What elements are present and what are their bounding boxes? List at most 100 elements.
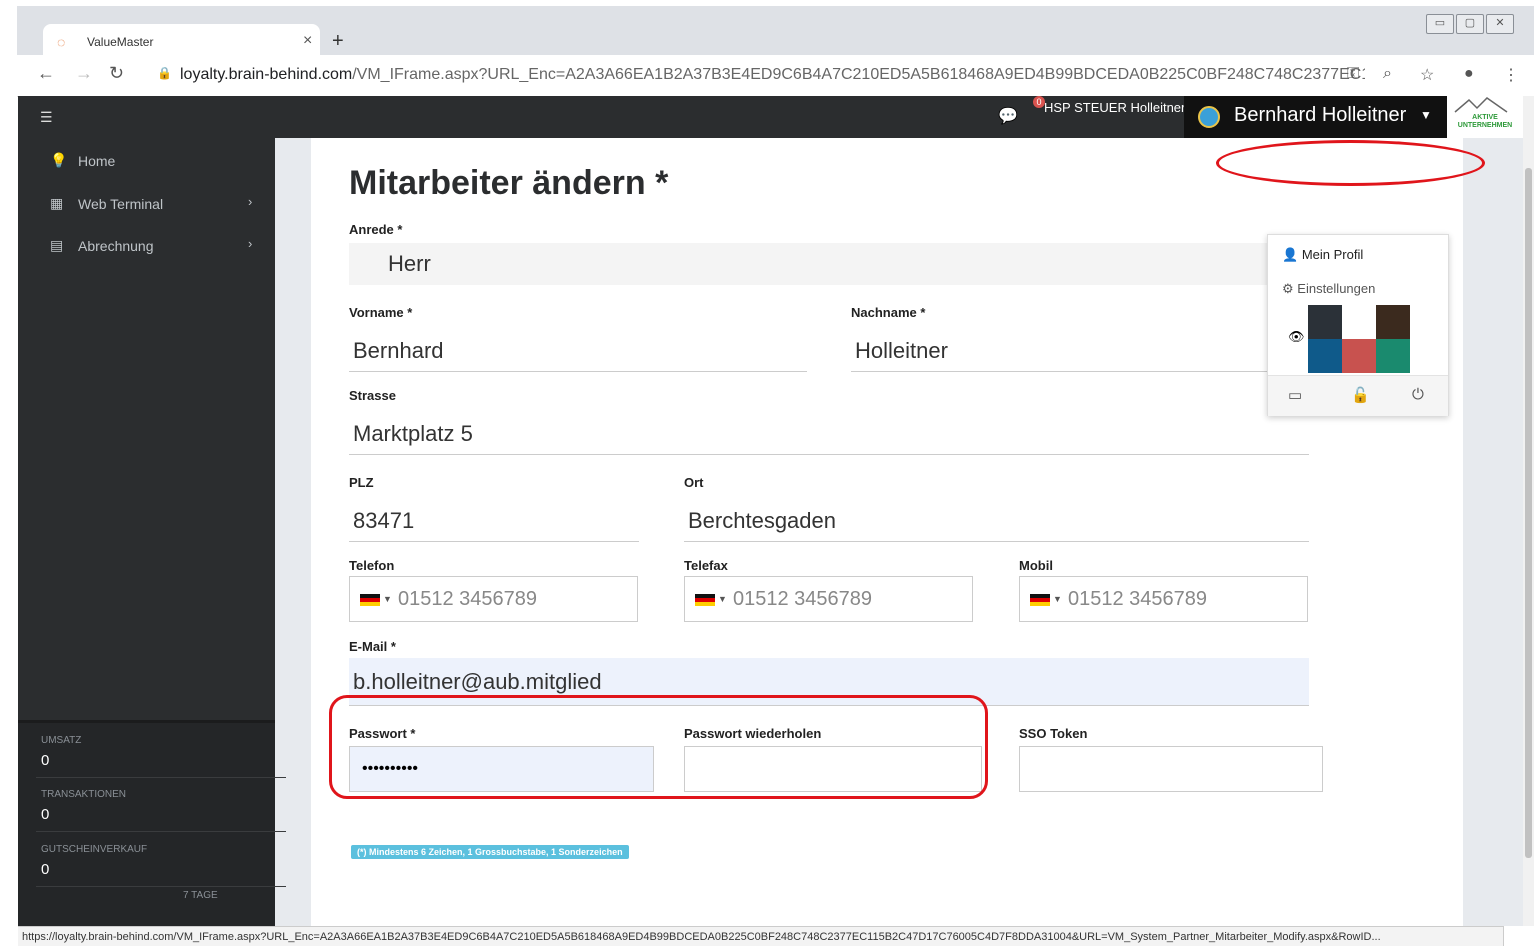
caret-down-icon: ▼ bbox=[383, 594, 392, 604]
lastname-label: Nachname * bbox=[851, 305, 926, 320]
menu-item-label: Einstellungen bbox=[1297, 281, 1376, 296]
street-label: Strasse bbox=[349, 388, 396, 403]
lastname-field[interactable]: Holleitner bbox=[851, 330, 1309, 372]
caret-down-icon: ▼ bbox=[1053, 594, 1062, 604]
firstname-field[interactable]: Bernhard bbox=[349, 330, 807, 372]
sidebar-item-label: Abrechnung bbox=[78, 238, 154, 254]
divider bbox=[36, 886, 286, 887]
company-name[interactable]: HSP STEUER Holleitner bbox=[1044, 100, 1185, 115]
chevron-right-icon: › bbox=[248, 236, 253, 251]
stat-label-umsatz: UMSATZ bbox=[41, 735, 82, 746]
mobile-placeholder: 01512 3456789 bbox=[1068, 588, 1208, 610]
stat-value-transaktionen: 0 bbox=[41, 806, 50, 823]
status-bar: https://loyalty.brain-behind.com/VM_IFra… bbox=[18, 926, 1504, 946]
lightbulb-icon: 💡 bbox=[50, 152, 68, 168]
stat-label-gutscheinverkauf: GUTSCHEINVERKAUF bbox=[41, 844, 148, 855]
menu-item-einstellungen[interactable]: ⚙ Einstellungen bbox=[1282, 281, 1375, 297]
sidebar-item-abrechnung[interactable]: ▤ Abrechnung › bbox=[18, 228, 275, 264]
forward-icon[interactable]: → bbox=[75, 63, 93, 84]
fax-label: Telefax bbox=[684, 558, 728, 573]
theme-swatch-blue[interactable] bbox=[1308, 339, 1342, 373]
power-icon[interactable]: ⏻ bbox=[1412, 386, 1424, 403]
fax-field[interactable]: ▼ 01512 3456789 bbox=[684, 576, 973, 622]
mountain-logo-icon bbox=[1454, 97, 1508, 113]
lock-icon: 🔒 bbox=[157, 66, 172, 80]
document-icon: ▤ bbox=[50, 237, 64, 253]
menu-item-mein-profil[interactable]: 👤 Mein Profil bbox=[1282, 247, 1363, 263]
annotation-password-highlight bbox=[329, 695, 988, 799]
calendar-icon: ▦ bbox=[50, 195, 64, 211]
dropdown-footer: ▭ 🔓 ⏻ bbox=[1268, 375, 1448, 416]
menu-toggle-icon[interactable]: ☰ bbox=[40, 109, 53, 126]
mobile-field[interactable]: ▼ 01512 3456789 bbox=[1019, 576, 1308, 622]
theme-swatch-brown[interactable] bbox=[1376, 305, 1410, 339]
stats-panel: UMSATZ 0 TRANSAKTIONEN 0 GUTSCHEINVERKAU… bbox=[18, 720, 286, 929]
germany-flag-icon bbox=[360, 594, 380, 606]
chevron-down-icon: ▼ bbox=[1420, 108, 1432, 122]
germany-flag-icon bbox=[1030, 594, 1050, 606]
scrollbar-thumb[interactable] bbox=[1525, 168, 1532, 858]
app-topbar: ☰ 💬 0 HSP STEUER Holleitner Bernhard Hol… bbox=[18, 96, 1523, 138]
bookmark-star-icon[interactable]: ☆ bbox=[1420, 65, 1434, 85]
tab-close-icon[interactable]: × bbox=[303, 32, 312, 50]
monitor-icon[interactable]: ▭ bbox=[1288, 386, 1302, 404]
theme-swatch-light[interactable] bbox=[1342, 305, 1376, 339]
theme-swatch-dark[interactable] bbox=[1308, 305, 1342, 339]
annotation-mein-profil-highlight bbox=[1216, 140, 1485, 186]
firstname-label: Vorname * bbox=[349, 305, 413, 320]
browser-toolbar: ← → ↻ 🔒 loyalty.brain-behind.com/VM_IFra… bbox=[17, 55, 1534, 97]
maximize-icon[interactable]: ▢ bbox=[1456, 14, 1484, 34]
app: ☰ 💬 0 HSP STEUER Holleitner Bernhard Hol… bbox=[18, 96, 1523, 929]
stat-value-umsatz: 0 bbox=[41, 752, 50, 769]
theme-swatch-green[interactable] bbox=[1376, 339, 1410, 373]
user-icon: 👤 bbox=[1282, 247, 1299, 262]
sso-token-label: SSO Token bbox=[1019, 726, 1088, 741]
fax-placeholder: 01512 3456789 bbox=[733, 588, 873, 610]
logo-text: AKTIVE UNTERNEHMEN bbox=[1457, 114, 1513, 129]
password-hint-badge: (*) Mindestens 6 Zeichen, 1 Grossbuchsta… bbox=[351, 845, 629, 859]
window-close-icon[interactable]: ✕ bbox=[1486, 14, 1514, 34]
browser-menu-icon[interactable]: ⋮ bbox=[1503, 65, 1519, 85]
city-field[interactable]: Berchtesgaden bbox=[684, 500, 1309, 542]
aktive-unternehmen-logo: AKTIVE UNTERNEHMEN bbox=[1447, 96, 1523, 138]
phone-label: Telefon bbox=[349, 558, 395, 573]
new-tab-icon[interactable]: + bbox=[332, 30, 344, 53]
caret-down-icon: ▼ bbox=[718, 594, 727, 604]
zip-field[interactable]: 83471 bbox=[349, 500, 639, 542]
zoom-icon[interactable]: ⌕ bbox=[1383, 65, 1392, 83]
sidebar-item-home[interactable]: 💡 Home bbox=[18, 143, 275, 179]
salutation-label: Anrede * bbox=[349, 222, 403, 237]
sidebar: 💡 Home ▦ Web Terminal › ▤ Abrechnung › U… bbox=[18, 138, 286, 929]
street-field[interactable]: Marktplatz 5 bbox=[349, 413, 1309, 455]
eye-icon: 👁 bbox=[1288, 329, 1305, 344]
tab-title: ValueMaster bbox=[87, 35, 154, 49]
email-label: E-Mail * bbox=[349, 639, 396, 654]
sidebar-item-label: Home bbox=[78, 153, 116, 169]
minimize-icon[interactable]: ▭ bbox=[1426, 14, 1454, 34]
chat-icon[interactable]: 💬 bbox=[998, 106, 1018, 126]
gear-icon: ⚙ bbox=[1282, 281, 1294, 296]
avatar bbox=[1198, 106, 1220, 128]
divider bbox=[36, 777, 286, 778]
user-menu-toggle[interactable]: Bernhard Holleitner ▼ bbox=[1184, 96, 1447, 138]
address-bar[interactable]: loyalty.brain-behind.com/VM_IFrame.aspx?… bbox=[180, 61, 1365, 89]
profile-icon[interactable]: ● bbox=[1464, 65, 1474, 83]
theme-swatch-red[interactable] bbox=[1342, 339, 1376, 373]
chevron-right-icon: › bbox=[248, 194, 253, 209]
phone-field[interactable]: ▼ 01512 3456789 bbox=[349, 576, 638, 622]
phone-placeholder: 01512 3456789 bbox=[398, 588, 538, 610]
germany-flag-icon bbox=[695, 594, 715, 606]
page-title: Mitarbeiter ändern * bbox=[349, 164, 669, 202]
lock-icon[interactable]: 🔓 bbox=[1351, 386, 1370, 404]
sidebar-item-web-terminal[interactable]: ▦ Web Terminal › bbox=[18, 186, 275, 222]
reload-icon[interactable]: ↻ bbox=[109, 63, 124, 84]
key-icon[interactable]: ⚿ bbox=[1347, 65, 1359, 83]
valuemaster-favicon-icon: ◌ bbox=[57, 34, 66, 50]
sso-token-field[interactable] bbox=[1019, 746, 1323, 792]
stat-label-transaktionen: TRANSAKTIONEN bbox=[41, 789, 127, 800]
divider bbox=[36, 831, 286, 832]
salutation-select[interactable]: Herr bbox=[349, 243, 1309, 285]
stat-period: 7 TAGE bbox=[183, 890, 218, 901]
user-dropdown-menu: 👤 Mein Profil ⚙ Einstellungen 👁 ▭ 🔓 ⏻ bbox=[1267, 234, 1449, 416]
back-icon[interactable]: ← bbox=[37, 63, 55, 84]
